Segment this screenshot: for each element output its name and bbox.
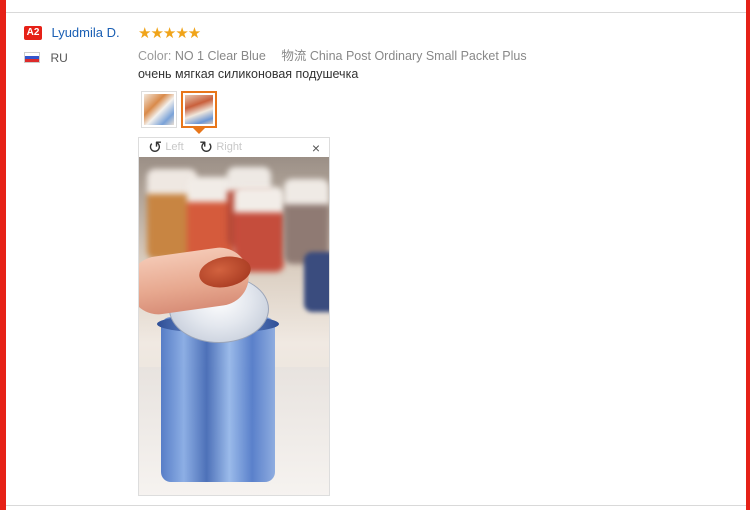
review-photo-large (139, 157, 329, 495)
rotate-right-icon: ↻ (199, 138, 214, 157)
review-photo-thumbnail[interactable] (141, 91, 177, 128)
color-value: NO 1 Clear Blue (174, 49, 266, 63)
bottom-divider (6, 505, 746, 506)
shipping-method: China Post Ordinary Small Packet Plus (309, 49, 527, 63)
review-photo-thumbnail-selected[interactable] (181, 91, 217, 128)
right-border (746, 0, 750, 510)
russia-flag-icon (24, 52, 40, 64)
rotate-right-button[interactable]: ↻ Right (199, 139, 242, 156)
viewer-toolbar: ↺ Left ↻ Right × (139, 138, 329, 157)
top-divider (6, 12, 746, 13)
order-info: Color: NO 1 Clear Blue 物流 China Post Ord… (138, 45, 527, 64)
country-code: RU (50, 50, 68, 65)
selected-thumbnail-caret (193, 128, 205, 134)
reviewer-country: RU (24, 49, 68, 67)
thumbnail-image (185, 95, 213, 124)
reviewer-info: A2 Lyudmila D. (24, 24, 120, 42)
left-border (0, 0, 6, 510)
shipping-icon: 物流 (281, 49, 307, 63)
blurred-object (304, 252, 329, 312)
review-comment: очень мягкая силиконовая подушечка (138, 67, 359, 81)
thumbnail-image (144, 94, 174, 125)
reviewer-name-link[interactable]: Lyudmila D. (51, 25, 119, 40)
close-icon[interactable]: × (312, 140, 320, 156)
color-label: Color: (138, 49, 172, 63)
rotate-left-label: Left (165, 141, 184, 153)
user-level-badge: A2 (24, 25, 42, 40)
rotate-right-label: Right (216, 141, 242, 153)
rotate-left-button[interactable]: ↺ Left (148, 139, 184, 156)
rotate-left-icon: ↺ (148, 138, 163, 157)
rating-stars: ★★★★★ (138, 25, 201, 42)
photo-viewer: ↺ Left ↻ Right × (138, 137, 330, 496)
